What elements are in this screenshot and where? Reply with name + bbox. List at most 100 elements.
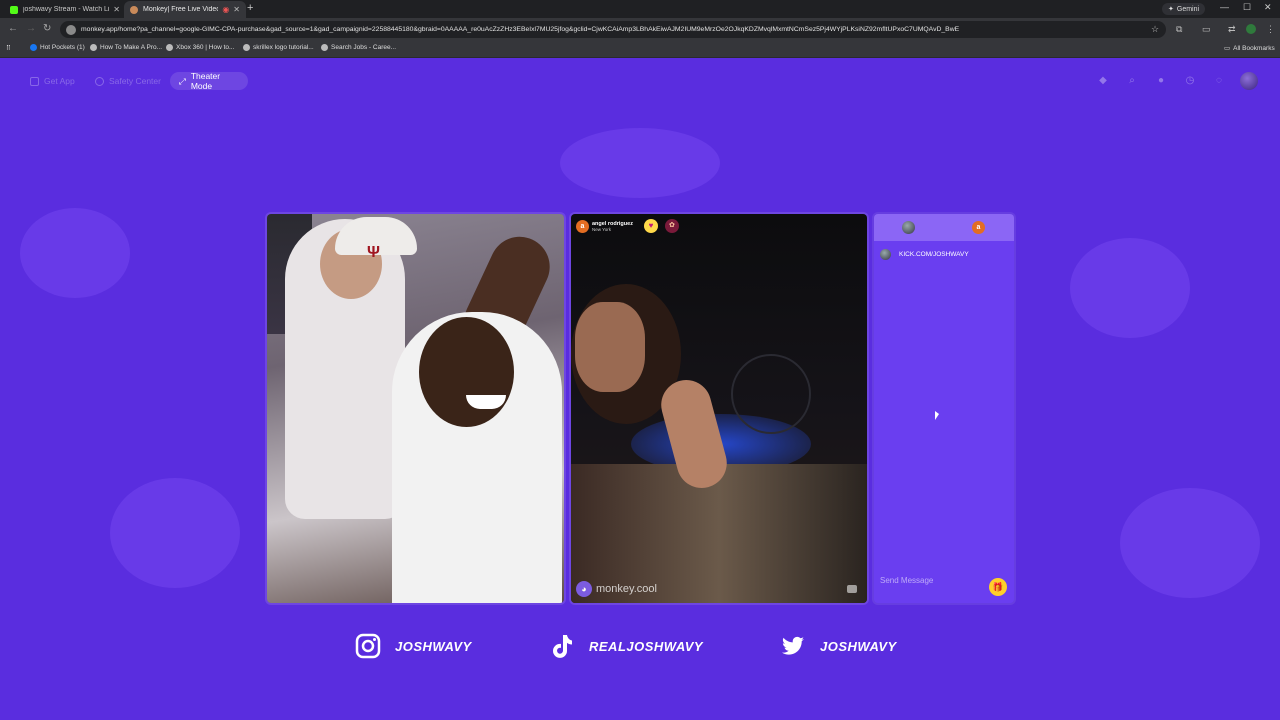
globe-icon xyxy=(166,44,173,51)
bookmarks-bar: ⠿ Hot Pockets (1) How To Make A Pro... X… xyxy=(0,41,1280,58)
bookmark-item[interactable]: Search Jobs - Caree... xyxy=(321,44,396,51)
self-avatar[interactable] xyxy=(902,221,915,234)
bookmark-item[interactable]: Hot Pockets (1) xyxy=(30,44,85,51)
expand-icon: ⤢ xyxy=(179,75,186,86)
globe-icon xyxy=(90,44,97,51)
instagram-handle: JOSHWAVY xyxy=(395,638,472,654)
tab-title: joshwavy Stream - Watch Live o xyxy=(23,6,110,13)
bookmark-label: How To Make A Pro... xyxy=(100,44,163,51)
back-icon[interactable]: ← xyxy=(8,23,18,34)
kick-favicon-icon xyxy=(10,5,18,14)
menu-icon[interactable]: ⋮ xyxy=(1266,24,1275,35)
send-message-input[interactable] xyxy=(880,572,990,588)
gem-icon[interactable]: ◆ xyxy=(1096,74,1110,88)
bg-blob xyxy=(20,208,130,298)
twitter-icon xyxy=(782,636,804,655)
safety-center-button[interactable]: Safety Center xyxy=(95,72,161,90)
extensions-icon[interactable]: ⧉ xyxy=(1176,24,1182,35)
stranger-name: angel rodriguez xyxy=(592,220,633,227)
local-video: Ψ xyxy=(267,214,564,603)
bookmark-label: skrillex logo tutorial... xyxy=(253,44,314,51)
stranger-avatar[interactable]: a xyxy=(576,219,589,233)
folder-icon: ▭ xyxy=(1224,45,1231,52)
monkey-page: Get App Safety Center ⤢ Theater Mode ◆ ⌕… xyxy=(0,58,1280,720)
tab-monkey[interactable]: Monkey| Free Live Video Cha ◉ ✕ xyxy=(124,1,246,18)
close-tab-icon[interactable]: ✕ xyxy=(113,5,120,14)
monkey-watermark: ◕ monkey.cool xyxy=(576,581,657,597)
twitter-handle: JOSHWAVY xyxy=(820,638,897,654)
message-avatar xyxy=(880,249,891,260)
all-bookmarks-label: All Bookmarks xyxy=(1233,44,1275,52)
bg-blob xyxy=(1070,238,1190,338)
instagram-icon xyxy=(355,633,381,659)
phone-icon xyxy=(30,76,39,86)
stranger-location: New York xyxy=(592,226,612,232)
safety-center-label: Safety Center xyxy=(109,76,161,86)
minimize-icon[interactable]: — xyxy=(1220,2,1229,12)
badge-icon[interactable]: ✿ xyxy=(664,219,679,233)
person-figure xyxy=(392,312,562,603)
gemini-button[interactable]: ✦ Gemini xyxy=(1162,3,1206,15)
monkey-logo-icon: ◕ xyxy=(576,581,592,597)
bookmark-item[interactable]: Xbox 360 | How to... xyxy=(166,44,234,51)
sidepanel-icon[interactable]: ▭ xyxy=(1202,24,1211,35)
tiktok-icon xyxy=(553,635,572,658)
monkey-favicon-icon xyxy=(130,5,138,14)
user-avatar[interactable] xyxy=(1240,72,1258,90)
all-bookmarks[interactable]: ▭ All Bookmarks xyxy=(1224,44,1275,53)
search-icon[interactable]: ⌕ xyxy=(1125,74,1139,88)
chat-header: a xyxy=(874,214,1014,241)
bookmark-label: Search Jobs - Caree... xyxy=(331,44,397,51)
bookmark-label: Xbox 360 | How to... xyxy=(176,44,235,51)
profile-avatar[interactable] xyxy=(1246,24,1256,34)
tiktok-handle: REALJOSHWAVY xyxy=(589,638,704,654)
bookmark-item[interactable]: skrillex logo tutorial... xyxy=(243,44,314,51)
report-icon[interactable] xyxy=(847,585,857,593)
bookmark-item[interactable]: How To Make A Pro... xyxy=(90,44,162,51)
cap-logo-icon: Ψ xyxy=(367,244,380,261)
shield-icon xyxy=(95,76,104,86)
close-window-icon[interactable]: ✕ xyxy=(1264,2,1272,13)
gemini-label: Gemini xyxy=(1176,5,1200,13)
facebook-icon xyxy=(30,44,37,51)
bg-blob xyxy=(110,478,240,588)
clock-icon[interactable]: ◷ xyxy=(1183,74,1197,88)
url-text[interactable]: monkey.app/home?pa_channel=google-GIMC-C… xyxy=(81,26,959,33)
reload-icon[interactable]: ↻ xyxy=(43,23,51,34)
stranger-badge[interactable]: a angel rodriguez New York ♥ ✿ xyxy=(576,219,679,233)
recording-icon: ◉ xyxy=(222,5,230,14)
chat-panel: a KICK.COM/JOSHWAVY 🎁 xyxy=(874,214,1014,603)
browser-toolbar: ← → ↻ monkey.app/home?pa_channel=google-… xyxy=(0,18,1280,41)
forward-icon[interactable]: → xyxy=(26,23,36,34)
theater-mode-label: Theater Mode xyxy=(190,71,221,91)
new-tab-icon[interactable]: + xyxy=(247,2,253,14)
globe-icon xyxy=(321,44,328,51)
tab-kick[interactable]: joshwavy Stream - Watch Live o ✕ xyxy=(4,1,126,18)
theater-mode-button[interactable]: ⤢ Theater Mode xyxy=(170,71,248,91)
chat-message: KICK.COM/JOSHWAVY xyxy=(880,249,969,260)
browser-tab-bar: joshwavy Stream - Watch Live o ✕ Monkey|… xyxy=(0,0,1280,18)
background-wheel xyxy=(731,354,811,434)
site-info-icon[interactable] xyxy=(66,24,76,35)
maximize-icon[interactable]: ☐ xyxy=(1243,2,1251,13)
person-figure xyxy=(285,219,405,519)
gift-icon[interactable]: 🎁 xyxy=(989,578,1007,596)
watermark-text: monkey.cool xyxy=(596,583,657,595)
star-icon[interactable]: ☆ xyxy=(1151,24,1159,35)
bookmark-label: Hot Pockets (1) xyxy=(40,44,85,51)
chat-icon[interactable]: ◌ xyxy=(1212,74,1226,88)
bg-blob xyxy=(560,128,720,198)
social-instagram[interactable]: JOSHWAVY xyxy=(355,633,472,659)
heart-icon[interactable]: ♥ xyxy=(643,219,658,233)
social-tiktok[interactable]: REALJOSHWAVY xyxy=(549,633,703,659)
get-app-label: Get App xyxy=(44,76,75,86)
coin-icon[interactable]: ● xyxy=(1154,74,1168,88)
close-tab-icon[interactable]: ✕ xyxy=(233,5,240,14)
apps-icon[interactable]: ⠿ xyxy=(6,44,11,52)
social-twitter[interactable]: JOSHWAVY xyxy=(780,633,897,659)
bg-blob xyxy=(1120,488,1260,598)
stranger-chat-avatar[interactable]: a xyxy=(972,221,985,234)
get-app-button[interactable]: Get App xyxy=(30,72,75,90)
address-bar[interactable]: monkey.app/home?pa_channel=google-GIMC-C… xyxy=(60,21,1166,38)
cast-icon[interactable]: ⇄ xyxy=(1228,24,1236,35)
